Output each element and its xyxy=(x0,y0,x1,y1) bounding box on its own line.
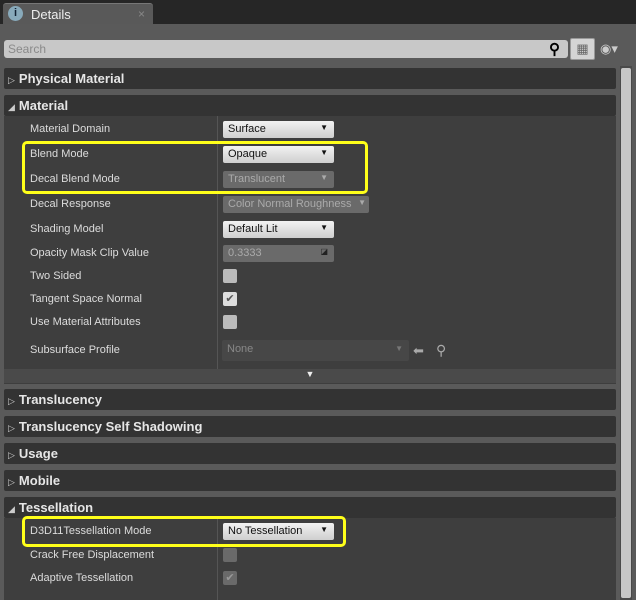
dropdown-value: Default Lit xyxy=(228,223,278,235)
category-label: Mobile xyxy=(18,473,61,488)
category-label: Usage xyxy=(18,446,58,461)
label-adaptive-tessellation: Adaptive Tessellation xyxy=(30,572,134,584)
category-label: Tessellation xyxy=(18,500,94,515)
label-two-sided: Two Sided xyxy=(30,270,82,282)
expand-down-icon: ▼ xyxy=(305,369,315,379)
two-sided-checkbox[interactable] xyxy=(223,269,237,283)
use-selected-arrow-icon[interactable]: ⬅ xyxy=(413,343,424,359)
category-translucency-self-shadowing[interactable]: ▷ Translucency Self Shadowing xyxy=(4,416,616,437)
category-physical-material[interactable]: ▷ Physical Material xyxy=(4,68,616,89)
drag-handle-icon[interactable]: ◪ xyxy=(320,247,328,256)
chevron-down-icon: ▼ xyxy=(320,123,328,132)
category-label: Physical Material xyxy=(18,71,125,86)
label-material-domain: Material Domain xyxy=(30,123,111,135)
close-tab-icon[interactable]: × xyxy=(138,7,145,21)
label-shading-model: Shading Model xyxy=(30,223,104,235)
checkmark-icon: ✔ xyxy=(225,572,235,584)
advanced-expand-button[interactable]: ▼ xyxy=(4,369,616,383)
highlight-box-tessellation-mode xyxy=(22,516,346,547)
material-domain-dropdown[interactable]: Surface ▼ xyxy=(223,121,334,138)
category-label: Material xyxy=(18,98,69,113)
search-input[interactable] xyxy=(4,40,568,58)
chevron-down-icon: ▼ xyxy=(395,344,403,353)
category-label: Translucency Self Shadowing xyxy=(18,419,203,434)
adaptive-tessellation-checkbox[interactable]: ✔ xyxy=(223,571,237,585)
opacity-mask-clip-input[interactable]: 0.3333 ◪ xyxy=(223,245,334,262)
category-translucency[interactable]: ▷ Translucency xyxy=(4,389,616,410)
label-opacity-mask-clip: Opacity Mask Clip Value xyxy=(30,247,150,259)
scrollbar-thumb[interactable] xyxy=(621,68,631,598)
crack-free-displacement-checkbox[interactable] xyxy=(223,548,237,562)
shading-model-dropdown[interactable]: Default Lit ▼ xyxy=(223,221,334,238)
search-icon[interactable]: ⚲ xyxy=(549,40,560,58)
category-mobile[interactable]: ▷ Mobile xyxy=(4,470,616,491)
tab-title: Details xyxy=(31,7,71,22)
highlight-box-blend-modes xyxy=(22,141,368,194)
details-info-icon: i xyxy=(8,6,23,21)
eye-visibility-icon[interactable]: ◉▾ xyxy=(600,41,618,57)
browse-search-icon[interactable]: ⚲ xyxy=(436,342,446,359)
checkmark-icon: ✔ xyxy=(225,293,235,305)
subsurface-profile-picker[interactable]: None ▼ xyxy=(222,340,409,361)
label-decal-response: Decal Response xyxy=(30,198,111,210)
category-usage[interactable]: ▷ Usage xyxy=(4,443,616,464)
use-material-attributes-checkbox[interactable] xyxy=(223,315,237,329)
tangent-space-normal-checkbox[interactable]: ✔ xyxy=(223,292,237,306)
chevron-down-icon: ▼ xyxy=(320,223,328,232)
tab-details[interactable]: i Details × xyxy=(3,3,153,24)
label-crack-free-displacement: Crack Free Displacement xyxy=(30,549,155,561)
input-value: 0.3333 xyxy=(228,247,262,259)
chevron-down-icon: ▼ xyxy=(358,198,366,207)
label-tangent-space-normal: Tangent Space Normal xyxy=(30,293,142,305)
dropdown-value: Surface xyxy=(228,123,266,135)
category-tessellation[interactable]: ◢ Tessellation xyxy=(4,497,616,518)
dropdown-value: Color Normal Roughness xyxy=(228,198,352,210)
picker-value: None xyxy=(227,343,254,355)
label-use-material-attributes: Use Material Attributes xyxy=(30,316,141,328)
grid-view-button[interactable]: ▦ xyxy=(570,38,595,60)
category-label: Translucency xyxy=(18,392,103,407)
label-subsurface-profile: Subsurface Profile xyxy=(30,344,120,356)
decal-response-dropdown[interactable]: Color Normal Roughness ▼ xyxy=(223,196,369,213)
category-material[interactable]: ◢ Material xyxy=(4,95,616,116)
